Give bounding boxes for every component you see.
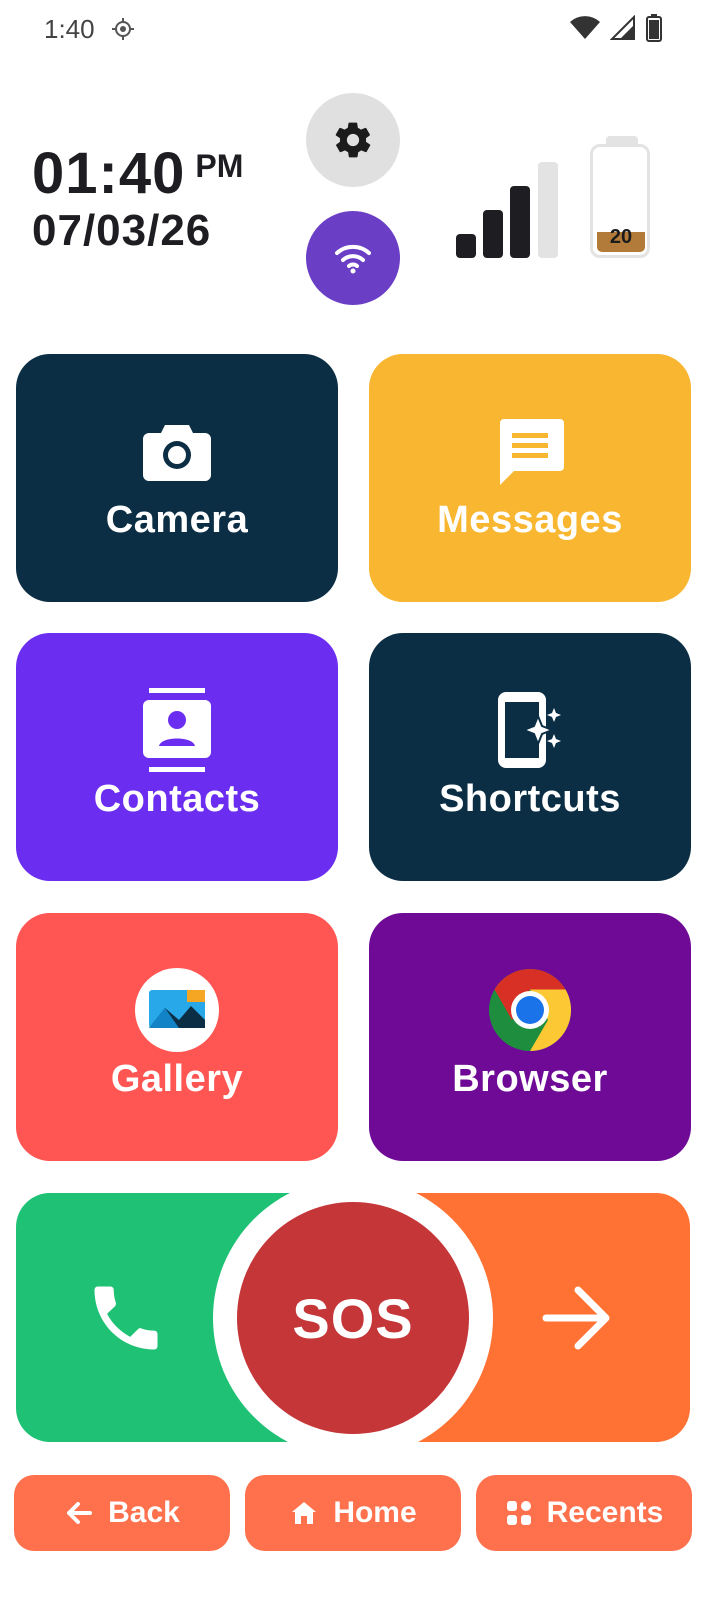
clock-date: 07/03/26 xyxy=(32,206,212,255)
wifi-icon xyxy=(335,244,371,274)
tile-label: Browser xyxy=(452,1057,608,1100)
tile-label: Messages xyxy=(437,498,623,541)
status-icons xyxy=(570,14,662,42)
tile-shortcuts[interactable]: Shortcuts xyxy=(369,633,691,881)
phone-icon xyxy=(94,1286,158,1350)
back-label: Back xyxy=(108,1496,180,1529)
tile-browser[interactable]: Browser xyxy=(369,913,691,1161)
signal-bar-1 xyxy=(456,234,476,258)
signal-bar-2 xyxy=(483,210,503,258)
signal-bar-3 xyxy=(510,186,530,258)
home-button[interactable]: Home xyxy=(245,1475,461,1551)
recents-label: Recents xyxy=(546,1496,664,1529)
cell-signal-icon xyxy=(610,15,635,40)
contacts-icon xyxy=(143,687,211,772)
shortcuts-icon xyxy=(498,691,561,768)
wifi-icon xyxy=(570,16,600,39)
tile-label: Camera xyxy=(105,498,249,541)
clock-ampm: PM xyxy=(195,148,244,184)
arrow-right-icon xyxy=(542,1286,610,1350)
signal-strength-icon xyxy=(456,162,558,258)
settings-button[interactable] xyxy=(306,93,400,187)
recents-button[interactable]: Recents xyxy=(476,1475,692,1551)
tile-label: Shortcuts xyxy=(439,777,621,820)
tile-gallery[interactable]: Gallery xyxy=(16,913,338,1161)
tile-contacts[interactable]: Contacts xyxy=(16,633,338,881)
arrow-left-icon xyxy=(67,1502,93,1524)
sos-label: SOS xyxy=(292,1286,414,1350)
battery-icon xyxy=(646,14,662,42)
message-icon xyxy=(500,418,564,485)
signal-bar-4 xyxy=(538,162,558,258)
clock: 01:40 PM xyxy=(32,140,243,207)
tile-camera[interactable]: Camera xyxy=(16,354,338,602)
wifi-toggle-button[interactable] xyxy=(306,211,400,305)
chrome-icon xyxy=(489,968,571,1051)
status-time: 1:40 xyxy=(44,14,95,44)
gallery-icon xyxy=(135,967,219,1052)
home-label: Home xyxy=(333,1496,417,1529)
tile-label: Gallery xyxy=(110,1057,244,1100)
camera-icon xyxy=(143,424,211,481)
battery-percent: 20 xyxy=(609,226,633,248)
home-icon xyxy=(292,1502,317,1524)
location-icon xyxy=(112,18,134,40)
back-button[interactable]: Back xyxy=(14,1475,230,1551)
tile-messages[interactable]: Messages xyxy=(369,354,691,602)
recents-icon xyxy=(506,1501,531,1525)
tile-label: Contacts xyxy=(93,777,261,820)
gear-icon xyxy=(335,122,371,158)
sos-button[interactable]: SOS xyxy=(237,1202,469,1434)
clock-time: 01:40 xyxy=(32,141,186,206)
